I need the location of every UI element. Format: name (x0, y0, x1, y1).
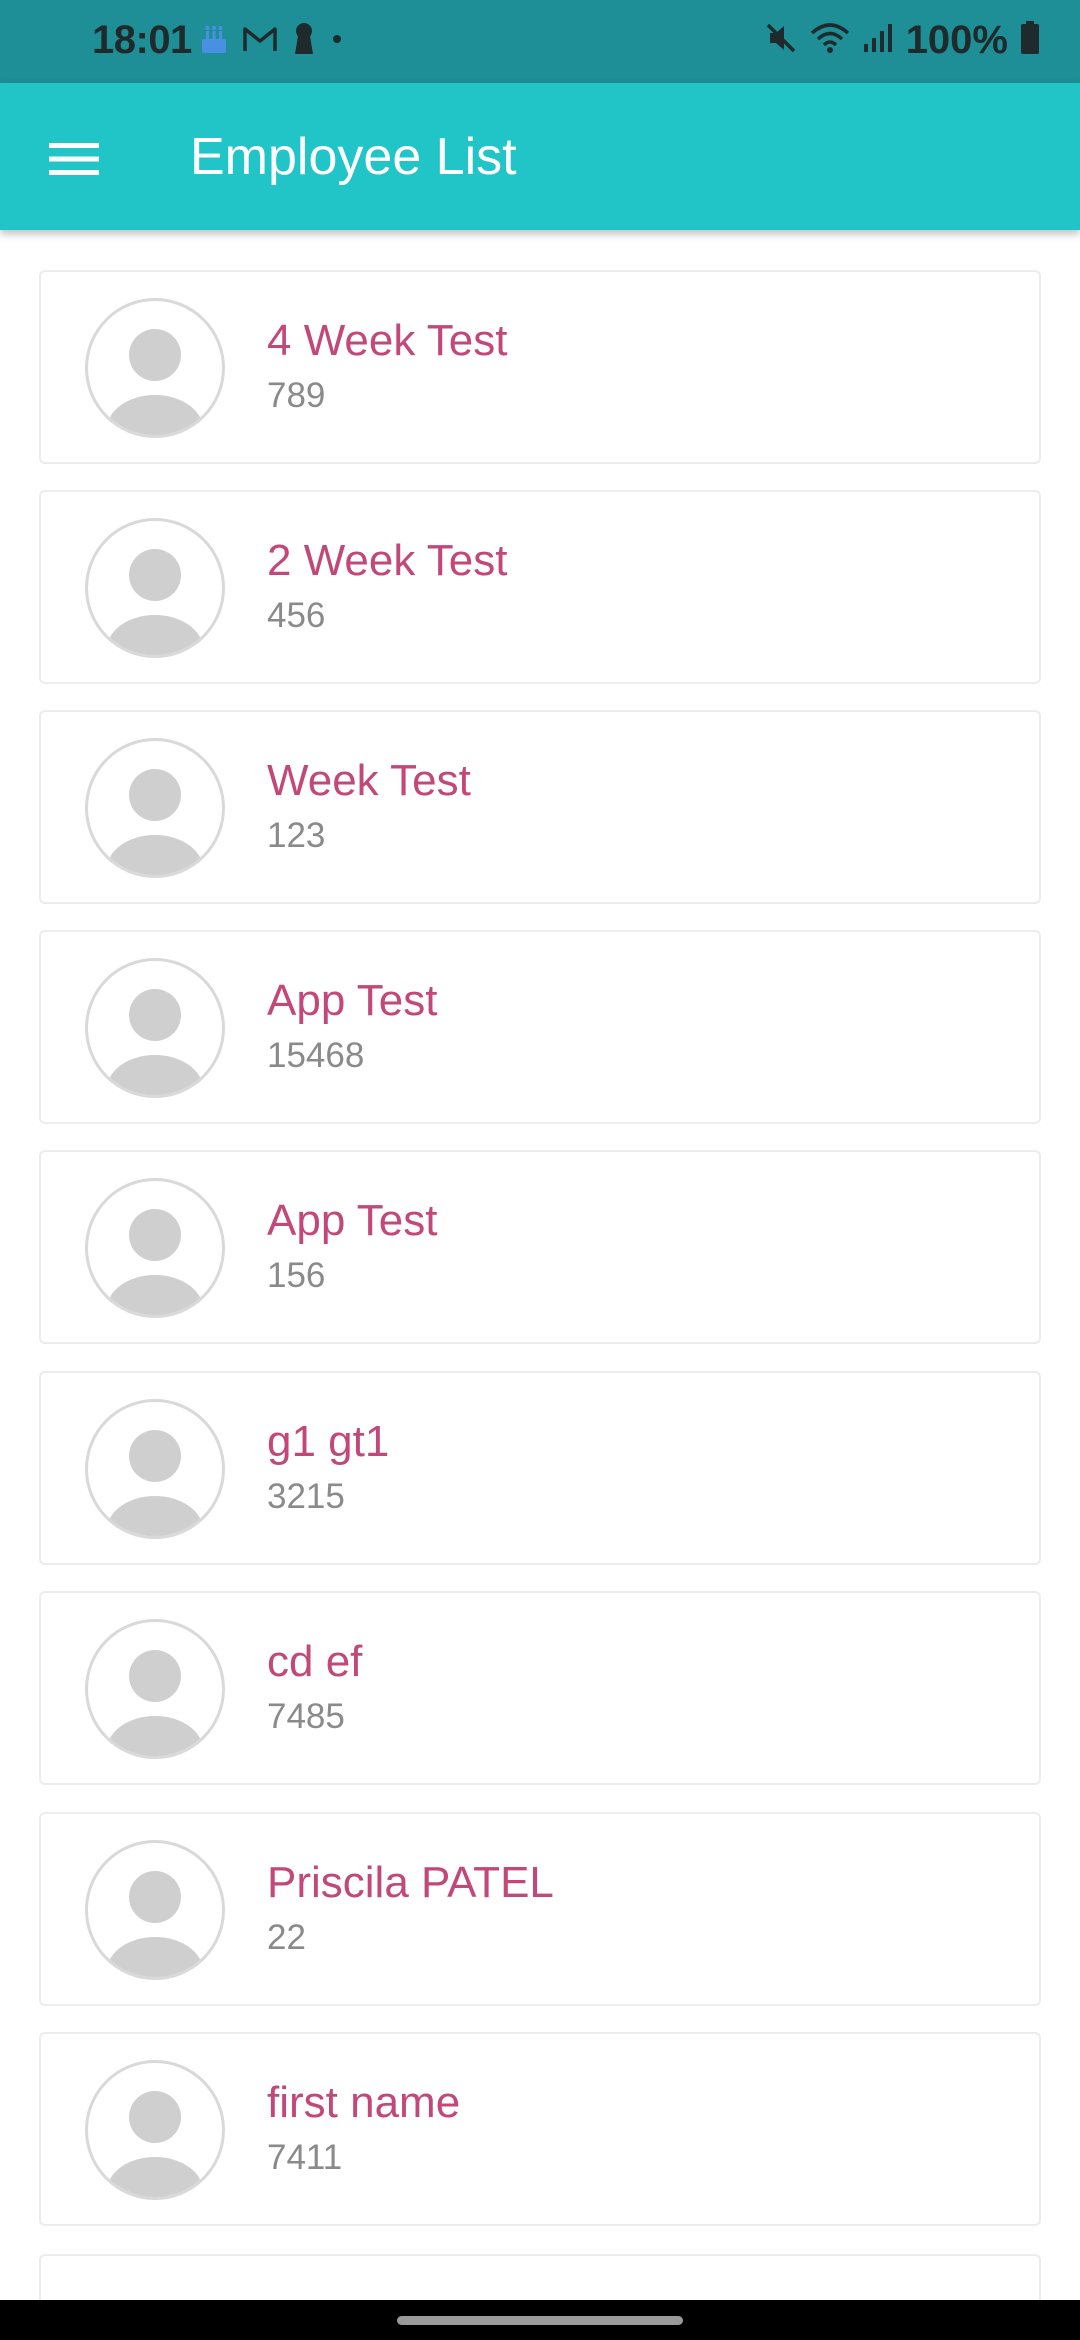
person-placeholder-icon (107, 1209, 203, 1315)
employee-card[interactable]: Priscila PATEL 22 (39, 1812, 1041, 2006)
employee-name: Week Test (267, 756, 471, 805)
employee-id: 22 (267, 1918, 306, 1957)
person-placeholder-icon (107, 1871, 203, 1977)
employee-card[interactable]: App Test 15468 (39, 930, 1041, 1124)
employee-name: first name (267, 2078, 461, 2127)
employee-name: cd ef (267, 1637, 363, 1686)
wifi-icon (810, 21, 850, 60)
person-placeholder-icon (107, 769, 203, 875)
keyhole-icon (292, 22, 316, 61)
employee-id: 15468 (267, 1036, 365, 1075)
avatar (85, 958, 225, 1098)
gmail-icon (242, 25, 278, 58)
avatar (85, 1840, 225, 1980)
employee-id: 123 (267, 816, 326, 855)
employee-card[interactable]: Week Test 123 (39, 710, 1041, 904)
employee-name: Priscila PATEL (267, 1858, 554, 1907)
system-navigation-bar (0, 2300, 1080, 2340)
page-title: Employee List (190, 128, 517, 186)
cake-icon (200, 23, 228, 60)
employee-card[interactable]: cd ef 7485 (39, 1591, 1041, 1785)
person-placeholder-icon (107, 2091, 203, 2197)
status-right-icons: 100% (764, 18, 1040, 63)
employee-name: App Test (267, 1196, 438, 1245)
employee-card[interactable]: g1 gt1 3215 (39, 1371, 1041, 1565)
employee-card[interactable]: App Test 156 (39, 1150, 1041, 1344)
avatar (85, 1178, 225, 1318)
employee-card-partial[interactable] (39, 2254, 1041, 2300)
employee-name: g1 gt1 (267, 1417, 390, 1466)
signal-icon (862, 22, 894, 59)
avatar (85, 298, 225, 438)
person-placeholder-icon (107, 329, 203, 435)
hamburger-menu-button[interactable] (36, 123, 112, 199)
mute-icon (764, 21, 798, 60)
employee-card[interactable]: first name 7411 (39, 2032, 1041, 2226)
employee-id: 156 (267, 1256, 326, 1295)
battery-percentage: 100% (905, 18, 1008, 62)
status-bar: 18:01 100% (0, 0, 1080, 83)
employee-name: 2 Week Test (267, 536, 508, 585)
employee-name: App Test (267, 976, 438, 1025)
status-left-icons (200, 22, 344, 61)
employee-list[interactable]: 4 Week Test 789 2 Week Test 456 Week Tes… (0, 230, 1080, 2300)
employee-id: 456 (267, 596, 326, 635)
avatar (85, 2060, 225, 2200)
employee-id: 3215 (267, 1477, 345, 1516)
status-time: 18:01 (92, 18, 192, 62)
person-placeholder-icon (107, 989, 203, 1095)
hamburger-menu-icon (49, 141, 99, 182)
dot-icon (330, 32, 344, 51)
avatar (85, 1399, 225, 1539)
avatar (85, 1619, 225, 1759)
app-bar: Employee List (0, 83, 1080, 230)
employee-name: 4 Week Test (267, 316, 508, 365)
employee-card[interactable]: 4 Week Test 789 (39, 270, 1041, 464)
employee-id: 7411 (267, 2138, 343, 2177)
battery-icon (1020, 21, 1040, 60)
person-placeholder-icon (107, 1650, 203, 1756)
person-placeholder-icon (107, 549, 203, 655)
person-placeholder-icon (107, 1430, 203, 1536)
employee-id: 789 (267, 376, 326, 415)
employee-id: 7485 (267, 1697, 345, 1736)
home-gesture-handle[interactable] (397, 2316, 683, 2325)
avatar (85, 738, 225, 878)
employee-card[interactable]: 2 Week Test 456 (39, 490, 1041, 684)
avatar (85, 518, 225, 658)
